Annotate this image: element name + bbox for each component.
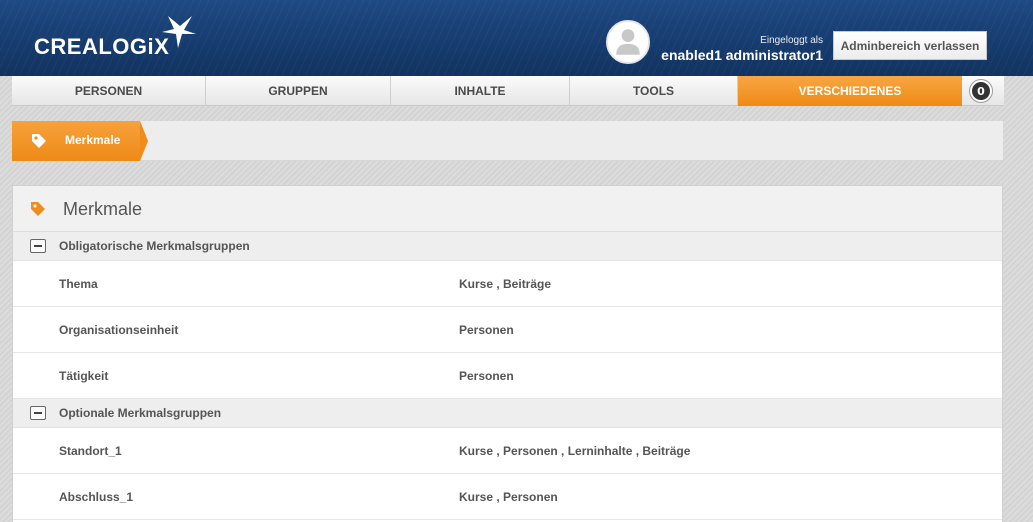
notification-badge[interactable]: 0 <box>970 80 992 102</box>
crealogix-logo: CREALOGiX <box>34 34 170 59</box>
tag-icon <box>32 134 46 148</box>
merkmale-panel: Merkmale Obligatorische Merkmalsgruppen … <box>12 185 1003 522</box>
group-header-optional[interactable]: Optionale Merkmalsgruppen <box>13 399 1002 428</box>
breadcrumb: Merkmale <box>12 121 1003 161</box>
feature-scope: Kurse , Personen <box>459 490 558 504</box>
feature-scope: Kurse , Personen , Lerninhalte , Beiträg… <box>459 444 691 458</box>
tab-verschiedenes[interactable]: VERSCHIEDENES <box>738 76 962 106</box>
list-item[interactable]: Organisationseinheit Personen <box>13 307 1002 353</box>
header-bar: CREALOGiX Eingeloggt als enabled1 admini… <box>0 0 1033 76</box>
list-item[interactable]: Standort_1 Kurse , Personen , Lerninhalt… <box>13 428 1002 474</box>
feature-scope: Personen <box>459 369 514 383</box>
list-item[interactable]: Thema Kurse , Beiträge <box>13 261 1002 307</box>
tab-tools[interactable]: TOOLS <box>570 76 738 106</box>
list-item[interactable]: Tätigkeit Personen <box>13 353 1002 399</box>
feature-name: Standort_1 <box>59 444 122 458</box>
tab-inhalte[interactable]: INHALTE <box>391 76 570 106</box>
feature-name: Tätigkeit <box>59 369 109 383</box>
user-avatar[interactable] <box>606 20 650 64</box>
logged-in-as-label: Eingeloggt als <box>760 35 823 46</box>
user-silhouette-icon <box>608 22 648 62</box>
breadcrumb-label: Merkmale <box>65 133 121 147</box>
collapse-toggle-icon[interactable] <box>30 239 46 253</box>
breadcrumb-item-merkmale[interactable]: Merkmale <box>12 121 148 161</box>
panel-header: Merkmale <box>13 186 1002 232</box>
feature-name: Abschluss_1 <box>59 490 134 504</box>
feature-name: Thema <box>59 277 98 291</box>
leave-admin-button[interactable]: Adminbereich verlassen <box>833 31 987 60</box>
group-header-obligatorisch[interactable]: Obligatorische Merkmalsgruppen <box>13 232 1002 261</box>
group-label: Optionale Merkmalsgruppen <box>59 406 222 420</box>
page-title: Merkmale <box>63 199 143 219</box>
group-label: Obligatorische Merkmalsgruppen <box>59 239 250 253</box>
feature-name: Organisationseinheit <box>59 323 179 337</box>
tab-personen[interactable]: PERSONEN <box>12 76 206 106</box>
tag-icon <box>31 202 45 216</box>
tab-gruppen[interactable]: GRUPPEN <box>206 76 391 106</box>
list-item[interactable]: Abschluss_1 Kurse , Personen <box>13 474 1002 520</box>
collapse-toggle-icon[interactable] <box>30 406 46 420</box>
user-name: enabled1 administrator1 <box>661 47 823 63</box>
logo-star-icon <box>162 16 196 48</box>
feature-scope: Kurse , Beiträge <box>459 277 552 291</box>
feature-scope: Personen <box>459 323 514 337</box>
main-nav: PERSONEN GRUPPEN INHALTE TOOLS VERSCHIED… <box>12 76 1004 106</box>
